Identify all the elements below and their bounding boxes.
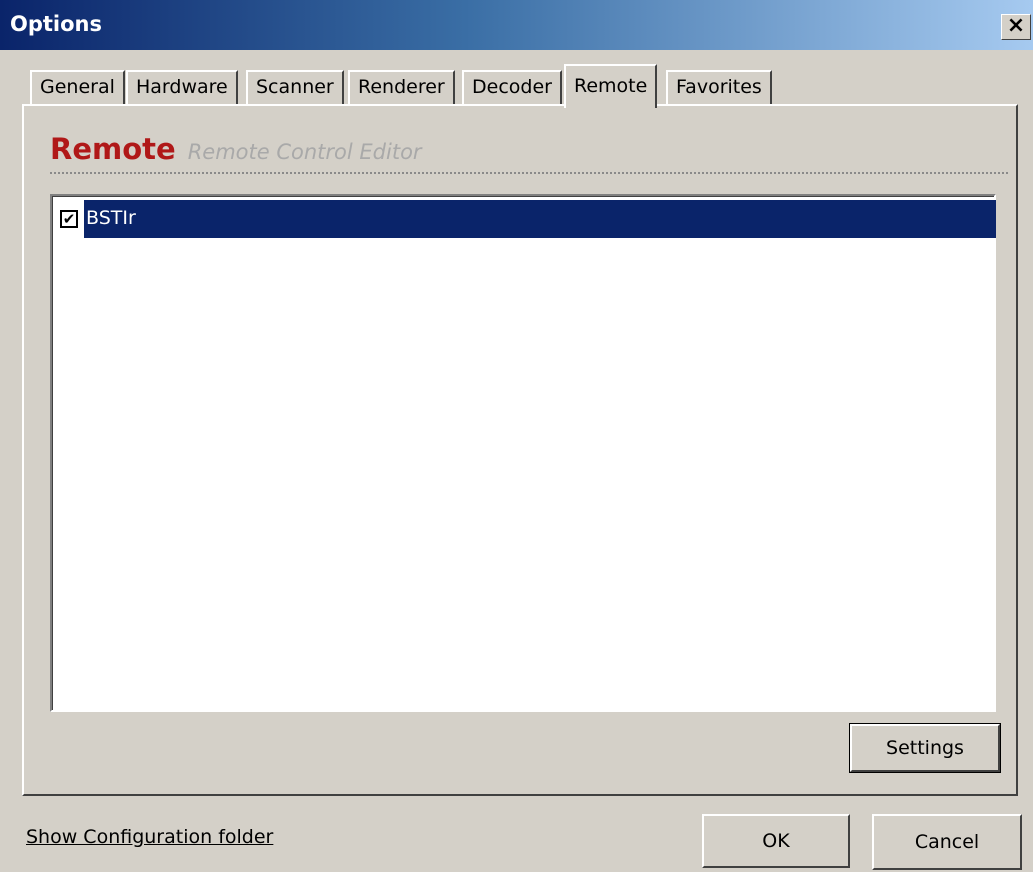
title-bar: Options ×	[0, 0, 1033, 50]
list-item-label[interactable]: BSTIr	[84, 200, 996, 238]
show-config-folder-link[interactable]: Show Configuration folder	[26, 826, 273, 848]
item-checkbox[interactable]: ✔	[60, 210, 78, 228]
close-icon: ×	[1006, 13, 1026, 38]
close-button[interactable]: ×	[1001, 14, 1031, 40]
section-heading: Remote Remote Control Editor	[50, 132, 422, 166]
checkmark-icon: ✔	[62, 210, 76, 228]
tab-hardware[interactable]: Hardware	[126, 70, 238, 104]
ok-button[interactable]: OK	[702, 814, 850, 868]
section-title: Remote	[50, 132, 176, 166]
divider	[50, 172, 1008, 174]
tab-remote[interactable]: Remote	[564, 64, 658, 108]
window-title: Options	[10, 12, 102, 36]
settings-button[interactable]: Settings	[849, 723, 1001, 773]
tab-renderer[interactable]: Renderer	[348, 70, 455, 104]
list-item[interactable]: ✔ BSTIr	[54, 200, 996, 238]
tab-general[interactable]: General	[30, 70, 125, 104]
remote-tab-panel: Remote Remote Control Editor ✔ BSTIr Set…	[22, 104, 1018, 796]
cancel-button[interactable]: Cancel	[872, 814, 1022, 870]
tab-favorites[interactable]: Favorites	[666, 70, 772, 104]
section-subtitle: Remote Control Editor	[187, 140, 422, 164]
tab-decoder[interactable]: Decoder	[462, 70, 562, 104]
remote-list[interactable]: ✔ BSTIr	[50, 194, 996, 712]
tab-scanner[interactable]: Scanner	[246, 70, 344, 104]
